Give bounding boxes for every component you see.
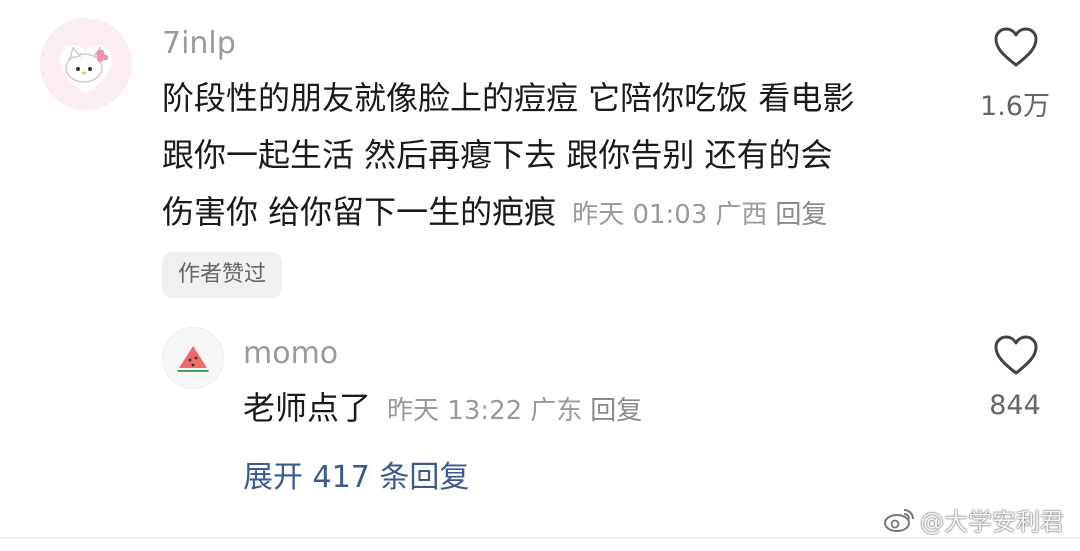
reply-meta: 昨天 13:22 广东 回复 bbox=[387, 396, 642, 426]
reply-text: 老师点了 bbox=[243, 389, 372, 427]
user-avatar-momo[interactable] bbox=[162, 327, 224, 389]
comment-location: 广西 bbox=[715, 200, 768, 230]
weibo-watermark: @大学安利君 bbox=[882, 502, 1064, 537]
weibo-icon bbox=[884, 508, 914, 532]
bottom-divider bbox=[0, 537, 1080, 539]
reply-like-button[interactable] bbox=[993, 334, 1039, 380]
heart-outline-icon bbox=[994, 27, 1038, 67]
reply-like-count: 844 bbox=[989, 390, 1041, 421]
comment-body: 阶段性的朋友就像脸上的痘痘 它陪你吃饭 看电影 跟你一起生活 然后再瘪下去 跟你… bbox=[162, 70, 854, 244]
comment-time: 昨天 01:03 bbox=[572, 200, 708, 230]
watermelon-avatar-icon bbox=[177, 346, 209, 372]
comment-username[interactable]: 7inlp bbox=[162, 26, 236, 62]
comment-line-3-text: 伤害你 给你留下一生的疤痕 bbox=[162, 193, 557, 231]
comment-meta: 昨天 01:03 广西 回复 bbox=[572, 200, 827, 230]
watermark-text: @大学安利君 bbox=[920, 508, 1064, 536]
comment-line-2: 跟你一起生活 然后再瘪下去 跟你告别 还有的会 bbox=[162, 136, 833, 174]
reply-location: 广东 bbox=[530, 396, 583, 426]
user-avatar-7inlp[interactable] bbox=[40, 18, 132, 110]
comment-line-1: 阶段性的朋友就像脸上的痘痘 它陪你吃饭 看电影 bbox=[162, 79, 855, 117]
author-liked-badge: 作者赞过 bbox=[162, 252, 283, 298]
reply-reply-button[interactable]: 回复 bbox=[590, 396, 642, 426]
comment-line-3: 伤害你 给你留下一生的疤痕 昨天 01:03 广西 回复 bbox=[162, 184, 854, 244]
comment-like-button[interactable] bbox=[993, 26, 1039, 72]
comment-like-count: 1.6万 bbox=[980, 91, 1050, 122]
reply-username[interactable]: momo bbox=[243, 336, 338, 372]
comment-reply-button[interactable]: 回复 bbox=[775, 200, 827, 230]
heart-outline-icon bbox=[994, 335, 1038, 375]
reply-body: 老师点了 昨天 13:22 广东 回复 bbox=[243, 380, 642, 440]
reply-time: 昨天 13:22 bbox=[387, 396, 523, 426]
expand-replies-link[interactable]: 展开 417 条回复 bbox=[243, 458, 469, 498]
hello-kitty-avatar-icon bbox=[40, 18, 132, 110]
